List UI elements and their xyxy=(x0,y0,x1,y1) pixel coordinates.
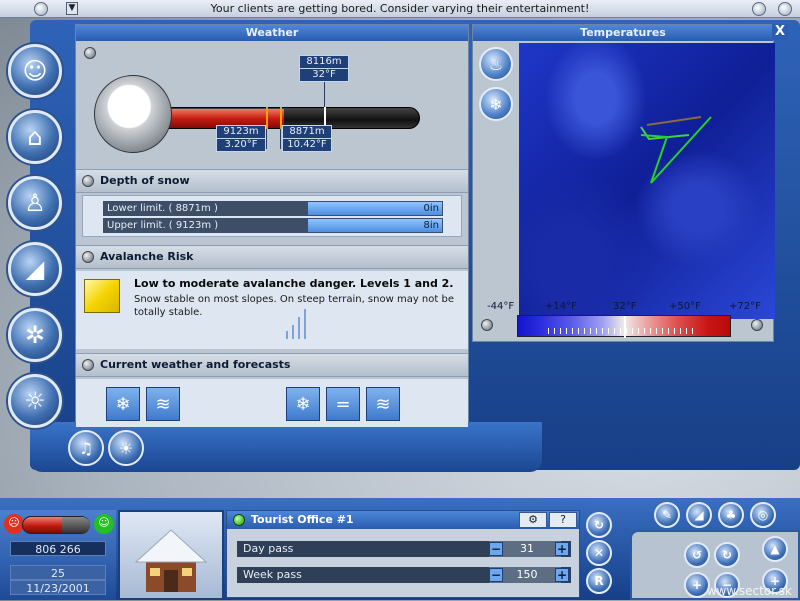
chalet-icon xyxy=(134,529,208,592)
ski-slope-icon[interactable]: ◢ xyxy=(8,242,62,296)
rotate-left-icon[interactable]: ↺ xyxy=(684,542,710,568)
depth-table: Lower limit. ( 8871m ) 0in Upper limit. … xyxy=(82,195,462,237)
wind-icon[interactable]: ≋ xyxy=(146,387,180,421)
temp-scale-labels: -44°F +14°F 32°F +50°F +72°F xyxy=(487,301,761,312)
bolt-icon xyxy=(82,359,94,371)
week-pass-plus-button[interactable]: + xyxy=(555,568,569,582)
sun-icon[interactable]: ☀ xyxy=(108,430,144,466)
unhappy-face-icon: ☹ xyxy=(4,514,24,534)
bar-left-knob-icon[interactable] xyxy=(34,2,48,16)
depth-heading: Depth of snow xyxy=(76,169,468,193)
frame-bottom-tray xyxy=(30,422,542,472)
notification-bar: ▼ Your clients are getting bored. Consid… xyxy=(0,0,800,18)
satisfaction-track xyxy=(62,517,90,533)
snowcat-icon[interactable]: ✲ xyxy=(8,308,62,362)
temperature-map[interactable] xyxy=(519,43,775,319)
lower-leader-line xyxy=(266,129,267,149)
lower-altitude: 9123m xyxy=(216,125,266,139)
happy-face-icon: ☺ xyxy=(94,514,114,534)
day-pass-price: 31 xyxy=(520,542,534,555)
avalanche-warning-icon xyxy=(84,279,120,313)
zero-marker xyxy=(624,316,626,338)
bar-right-knob-icon-2[interactable] xyxy=(778,2,792,16)
upper-temp: 10.42°F xyxy=(282,138,332,152)
lower-temp: 3.20°F xyxy=(216,138,266,152)
bolt-icon xyxy=(481,319,493,331)
wind-icon[interactable]: ≋ xyxy=(366,387,400,421)
gondola-icon[interactable]: ♙ xyxy=(8,176,62,230)
bell-icon[interactable]: ♫ xyxy=(68,430,104,466)
status-dot-icon xyxy=(233,514,245,526)
slope-icon[interactable]: ◢ xyxy=(686,502,712,528)
bolt-icon xyxy=(82,175,94,187)
avalanche-box: Low to moderate avalanche danger. Levels… xyxy=(76,271,468,349)
rotate-icon[interactable]: ↻ xyxy=(586,512,612,538)
smiley-icon[interactable]: ☺ xyxy=(8,44,62,98)
thermometer-equal-icon[interactable]: = xyxy=(326,387,360,421)
current-altitude: 8116m xyxy=(299,55,349,69)
bolt-icon xyxy=(751,319,763,331)
rotate-right-icon[interactable]: ↻ xyxy=(714,542,740,568)
info-icon[interactable]: ? xyxy=(549,512,577,528)
snowflake-icon[interactable]: ❄ xyxy=(286,387,320,421)
upper-altitude: 8871m xyxy=(282,125,332,139)
close-button[interactable]: X xyxy=(772,24,788,40)
avalanche-heading: Avalanche Risk xyxy=(76,245,468,269)
building-image xyxy=(118,510,224,600)
thermometer-icon[interactable]: ♨ xyxy=(479,47,513,81)
tree-icon[interactable]: ♣ xyxy=(718,502,744,528)
ski-icon[interactable]: ✎ xyxy=(654,502,680,528)
weather-panel: Weather 8116m 32°F 9123m 3.20°F 8871m 10… xyxy=(75,24,469,427)
bar-right-knob-icon[interactable] xyxy=(752,2,766,16)
snowflake-icon[interactable]: ❄ xyxy=(479,87,513,121)
week-pass-price: 150 xyxy=(516,568,538,581)
house-icon[interactable]: ⌂ xyxy=(8,110,62,164)
week-pass-row: Week pass − 150 + xyxy=(237,567,571,583)
day-pass-plus-button[interactable]: + xyxy=(555,542,569,556)
bolt-icon xyxy=(84,47,96,59)
day-pass-row: Day pass − 31 + xyxy=(237,541,571,557)
left-toolbar: ☺ ⌂ ♙ ◢ ✲ ☼ xyxy=(0,20,70,440)
forecast-strip: ❄ ≋ ❄ = ≋ xyxy=(76,379,468,427)
depth-row-upper: Upper limit. ( 9123m ) 8in xyxy=(103,218,443,233)
temperatures-panel: Temperatures ♨ ❄ -44°F +14°F 32°F +50°F … xyxy=(472,24,775,342)
piste-overlay xyxy=(640,116,712,184)
temperature-gradient-bar xyxy=(517,315,731,338)
bolt-icon xyxy=(82,251,94,263)
lower-limit-marker xyxy=(266,107,268,129)
watermark: www.sector.sk xyxy=(706,584,792,598)
snowflake-icon[interactable]: ❄ xyxy=(106,387,140,421)
current-leader-line xyxy=(324,79,325,107)
upper-leader-line xyxy=(280,129,281,149)
camera-up-icon[interactable]: ▲ xyxy=(762,536,788,562)
day-display: 25 xyxy=(10,565,106,580)
tourist-office-panel: Tourist Office #1 ⚙ ? Day pass − 31 + We… xyxy=(226,510,580,598)
avalanche-level-bars xyxy=(286,309,316,339)
weather-icon[interactable]: ☼ xyxy=(8,374,62,428)
globe-icon[interactable]: ◎ xyxy=(750,502,776,528)
repair-button[interactable]: R xyxy=(586,568,612,594)
settings-icon[interactable]: ⚙ xyxy=(519,512,547,528)
current-temp: 32°F xyxy=(299,68,349,82)
temperatures-title: Temperatures xyxy=(473,25,773,41)
date-display: 11/23/2001 xyxy=(10,580,106,595)
notification-text: Your clients are getting bored. Consider… xyxy=(210,2,590,15)
thermometer-bulb xyxy=(94,75,172,153)
demolish-button[interactable]: ✕ xyxy=(586,540,612,566)
collapse-arrow-button[interactable]: ▼ xyxy=(66,2,78,15)
money-display: 806 266 xyxy=(10,541,106,556)
avalanche-title: Low to moderate avalanche danger. Levels… xyxy=(134,277,454,290)
depth-row-lower: Lower limit. ( 8871m ) 0in xyxy=(103,201,443,216)
forecast-heading: Current weather and forecasts xyxy=(76,353,468,377)
weather-title: Weather xyxy=(76,25,468,41)
